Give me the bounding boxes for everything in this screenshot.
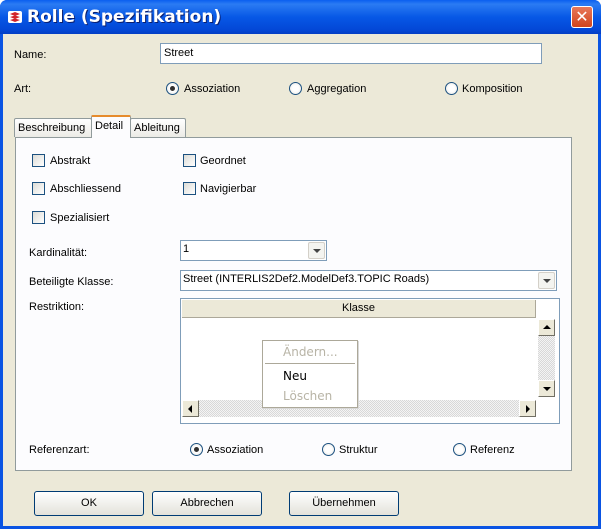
dialog-client: Name: Street Art: Assoziation Aggregatio… (3, 34, 598, 526)
scroll-down-icon[interactable] (538, 380, 555, 397)
scroll-left-icon[interactable] (182, 400, 199, 417)
context-menu-separator (265, 363, 355, 364)
spezialisiert-checkbox[interactable] (32, 211, 45, 224)
kardinalitaet-combobox[interactable]: 1 (180, 240, 327, 261)
art-label: Art: (14, 83, 32, 95)
referenzart-radio-struktur[interactable] (322, 443, 335, 456)
navigierbar-checkbox[interactable] (183, 182, 196, 195)
abschliessend-checkbox[interactable] (32, 182, 45, 195)
geordnet-label: Geordnet (200, 155, 246, 167)
tab-beschreibung[interactable]: Beschreibung (14, 118, 92, 137)
context-menu: Ändern... Neu Löschen (262, 340, 358, 408)
chevron-down-icon[interactable] (538, 272, 555, 289)
art-option-aggregation-label: Aggregation (307, 83, 367, 95)
referenzart-radio-assoziation[interactable] (190, 443, 203, 456)
geordnet-checkbox[interactable] (183, 154, 196, 167)
kardinalitaet-value: 1 (183, 243, 190, 255)
context-menu-item-loeschen: Löschen (283, 389, 333, 403)
spezialisiert-label: Spezialisiert (50, 212, 110, 224)
abschliessend-label: Abschliessend (50, 183, 121, 195)
ok-button[interactable]: OK (34, 491, 144, 516)
chevron-down-icon[interactable] (308, 242, 325, 259)
tab-ableitung[interactable]: Ableitung (130, 118, 186, 137)
window-title: Rolle (Spezifikation) (27, 7, 222, 27)
apply-button[interactable]: Übernehmen (289, 491, 399, 516)
close-icon[interactable]: ✕ (571, 6, 593, 28)
referenzart-radio-referenz[interactable] (453, 443, 466, 456)
art-radio-komposition[interactable] (445, 82, 458, 95)
beteiligte-klasse-value: Street (INTERLIS2Def2.ModelDef3.TOPIC Ro… (183, 273, 430, 285)
art-option-komposition-label: Komposition (462, 83, 523, 95)
beteiligte-klasse-combobox[interactable]: Street (INTERLIS2Def2.ModelDef3.TOPIC Ro… (180, 270, 557, 291)
tab-detail[interactable]: Detail (91, 115, 131, 138)
table-header-klasse[interactable]: Klasse (182, 300, 536, 318)
name-label: Name: (14, 49, 47, 61)
restriktion-table[interactable]: Klasse (180, 298, 560, 424)
context-menu-item-aendern: Ändern... (283, 345, 338, 359)
beteiligte-klasse-label: Beteiligte Klasse: (29, 276, 114, 288)
referenzart-option-referenz-label: Referenz (470, 444, 515, 456)
kardinalitaet-label: Kardinalität: (29, 247, 88, 259)
restriktion-label: Restriktion: (29, 301, 85, 313)
scroll-right-icon[interactable] (519, 400, 536, 417)
referenzart-label: Referenzart: (29, 444, 90, 456)
referenzart-option-struktur-label: Struktur (339, 444, 378, 456)
title-bar[interactable]: Rolle (Spezifikation) ✕ (0, 0, 601, 34)
art-radio-aggregation[interactable] (289, 82, 302, 95)
app-icon (8, 11, 22, 23)
abstrakt-label: Abstrakt (50, 155, 91, 167)
vertical-scrollbar-track[interactable] (538, 336, 555, 380)
name-input[interactable]: Street (160, 43, 542, 64)
abstrakt-checkbox[interactable] (32, 154, 45, 167)
scroll-up-icon[interactable] (538, 319, 555, 336)
art-option-assoziation-label: Assoziation (184, 83, 241, 95)
horizontal-scrollbar-track[interactable] (199, 400, 519, 417)
referenzart-option-assoziation-label: Assoziation (207, 444, 264, 456)
cancel-button[interactable]: Abbrechen (152, 491, 262, 516)
dialog-window: Rolle (Spezifikation) ✕ Name: Street Art… (0, 0, 601, 529)
context-menu-item-neu[interactable]: Neu (283, 369, 307, 383)
art-radio-assoziation[interactable] (166, 82, 179, 95)
navigierbar-label: Navigierbar (200, 183, 257, 195)
